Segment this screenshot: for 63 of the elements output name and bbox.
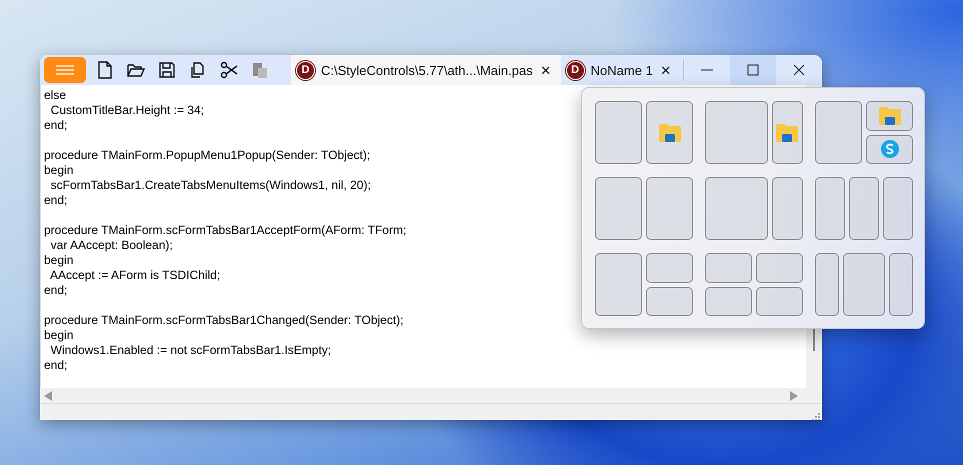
snap-zone[interactable] bbox=[705, 253, 752, 282]
snap-zone[interactable] bbox=[756, 286, 803, 316]
snap-zone[interactable] bbox=[815, 253, 840, 316]
close-tab-button[interactable]: × bbox=[658, 62, 673, 78]
horizontal-scrollbar[interactable] bbox=[40, 388, 822, 403]
snap-zone[interactable] bbox=[866, 134, 913, 164]
code-line: scFormTabsBar1.CreateTabsMenuItems(Windows1, nil, 20); bbox=[50, 178, 371, 192]
resize-grip-icon[interactable] bbox=[810, 411, 820, 420]
snap-zone[interactable] bbox=[646, 101, 693, 164]
code-line: begin bbox=[44, 253, 74, 267]
snap-zone[interactable] bbox=[595, 177, 642, 240]
snap-zone[interactable] bbox=[849, 177, 879, 240]
snap-zone[interactable] bbox=[646, 177, 693, 240]
snap-zone[interactable] bbox=[888, 253, 913, 316]
close-tab-button[interactable]: × bbox=[538, 62, 553, 78]
snap-zone[interactable] bbox=[646, 286, 693, 316]
logo-icon: D bbox=[296, 60, 315, 80]
folder-icon bbox=[878, 106, 900, 125]
snap-zone[interactable] bbox=[705, 177, 768, 240]
snap-zone[interactable] bbox=[883, 177, 913, 240]
snap-zone[interactable] bbox=[815, 177, 845, 240]
menu-button[interactable] bbox=[44, 57, 86, 83]
maximize-icon bbox=[747, 64, 759, 76]
tab-label: C:\StyleControls\5.77\ath...\Main.pas bbox=[321, 62, 533, 78]
code-line: end; bbox=[44, 118, 68, 132]
code-line: else bbox=[44, 88, 66, 102]
snap-zone[interactable] bbox=[595, 101, 642, 164]
code-line: end; bbox=[44, 358, 68, 372]
code-line: procedure TMainForm.scFormTabsBar1Changed(Sender: TObject); bbox=[44, 313, 404, 327]
snap-zone[interactable] bbox=[646, 253, 693, 282]
code-line: var AAccept: Boolean); bbox=[50, 238, 173, 252]
paste-icon bbox=[250, 60, 270, 80]
logo-icon: D bbox=[566, 60, 585, 80]
code-line: procedure TMainForm.scFormTabsBar1AcceptForm(AForm: TForm; bbox=[44, 223, 406, 237]
code-line: end; bbox=[44, 193, 68, 207]
code-line: Windows1.Enabled := not scFormTabsBar1.IsEmpty; bbox=[50, 343, 332, 357]
menu-icon bbox=[56, 65, 74, 75]
code-line: AAccept := AForm is TSDIChild; bbox=[49, 268, 220, 282]
snap-zone[interactable] bbox=[866, 101, 913, 130]
snap-zone[interactable] bbox=[772, 177, 803, 240]
code-line: end; bbox=[44, 283, 68, 297]
code-line: procedure TMainForm.PopupMenu1Popup(Sender: TObject); bbox=[44, 148, 370, 162]
snap-zone[interactable] bbox=[843, 253, 885, 316]
scroll-right-icon[interactable] bbox=[790, 390, 798, 400]
code-line: CustomTitleBar.Height := 34; bbox=[50, 103, 204, 117]
code-line: begin bbox=[44, 328, 74, 342]
document-tab[interactable]: D C:\StyleControls\5.77\ath...\Main.pas × bbox=[291, 55, 561, 85]
chat-app-icon bbox=[880, 139, 900, 160]
snap-zone[interactable] bbox=[815, 101, 862, 164]
document-tab[interactable]: D NoName 1 × bbox=[560, 59, 684, 81]
folder-icon bbox=[776, 124, 798, 142]
close-icon bbox=[793, 64, 805, 76]
folder-icon bbox=[658, 124, 680, 142]
scroll-left-icon[interactable] bbox=[44, 390, 52, 400]
maximize-button[interactable] bbox=[730, 55, 776, 85]
snap-zone[interactable] bbox=[705, 101, 768, 164]
snap-zone[interactable] bbox=[756, 253, 803, 282]
tab-label: NoName 1 bbox=[590, 62, 653, 78]
scissors-icon bbox=[219, 60, 239, 80]
snap-zone[interactable] bbox=[595, 253, 642, 316]
snap-zone[interactable] bbox=[772, 101, 803, 164]
snap-zone[interactable] bbox=[705, 286, 752, 316]
code-line: begin bbox=[44, 163, 74, 177]
